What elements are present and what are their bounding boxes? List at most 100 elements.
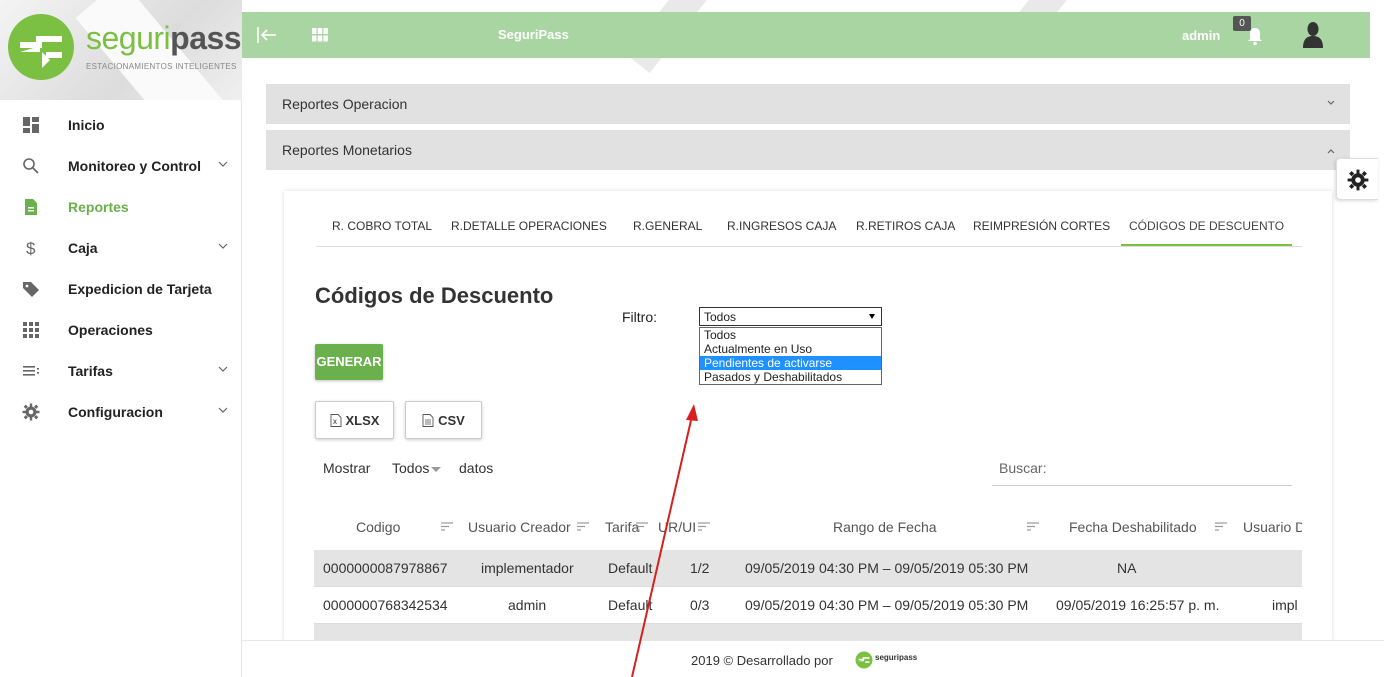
tab-reimpresion-cortes[interactable]: REIMPRESIÓN CORTES bbox=[973, 219, 1110, 233]
column-header-fecha-deshabilitado[interactable]: Fecha Deshabilitado bbox=[1069, 519, 1197, 535]
tab-detalle-operaciones[interactable]: R.DETALLE OPERACIONES bbox=[451, 219, 607, 233]
search-input[interactable] bbox=[992, 454, 1292, 486]
column-header-tarifa[interactable]: Tarifa bbox=[605, 519, 639, 535]
sidebar-item-caja[interactable]: $ Caja bbox=[0, 227, 242, 268]
chevron-down-icon bbox=[218, 243, 228, 249]
cell-codigo: 0000000087978867 bbox=[323, 560, 448, 576]
table-row[interactable]: 0000000768342534 admin Default 0/3 09/05… bbox=[314, 587, 1302, 624]
sort-icon[interactable] bbox=[577, 522, 589, 531]
sidebar-item-tarifas[interactable]: Tarifas bbox=[0, 350, 242, 391]
tab-cobro-total[interactable]: R. COBRO TOTAL bbox=[332, 219, 432, 233]
column-header-codigo[interactable]: Codigo bbox=[356, 519, 400, 535]
tag-icon bbox=[23, 282, 39, 297]
column-header-rango-fecha[interactable]: Rango de Fecha bbox=[833, 519, 937, 535]
caret-down-icon bbox=[431, 466, 442, 472]
apps-grid-icon[interactable] bbox=[312, 28, 328, 42]
sidebar-item-monitoreo[interactable]: Monitoreo y Control bbox=[0, 145, 242, 186]
app-title: SeguriPass bbox=[498, 27, 569, 42]
cell-tarifa: Default bbox=[608, 597, 653, 613]
sidebar-item-operaciones[interactable]: Operaciones bbox=[0, 309, 242, 350]
app-window: seguripass ESTACIONAMIENTOS INTELIGENTES… bbox=[0, 0, 1384, 677]
document-icon bbox=[25, 199, 37, 215]
table-row[interactable] bbox=[314, 624, 1302, 641]
tab-retiros-caja[interactable]: R.RETIROS CAJA bbox=[856, 219, 955, 233]
filter-label: Filtro: bbox=[622, 309, 657, 325]
show-entries-select[interactable]: Todos bbox=[392, 460, 442, 476]
user-name[interactable]: admin bbox=[1182, 28, 1220, 43]
logo-mark-icon bbox=[855, 651, 873, 669]
export-csv-button[interactable]: CSV bbox=[405, 401, 482, 439]
search-icon bbox=[23, 158, 39, 174]
sort-icon[interactable] bbox=[698, 522, 710, 531]
cell-rango-fecha: 09/05/2019 04:30 PM – 09/05/2019 05:30 P… bbox=[745, 597, 1029, 613]
column-header-usuario-creador[interactable]: Usuario Creador bbox=[468, 519, 571, 535]
footer-logo-text: seguripass bbox=[875, 653, 918, 662]
sort-icon[interactable] bbox=[441, 522, 453, 531]
tab-ingresos-caja[interactable]: R.INGRESOS CAJA bbox=[727, 219, 836, 233]
accordion-reportes-operacion[interactable]: Reportes Operacion bbox=[266, 84, 1350, 124]
export-xlsx-button[interactable]: X XLSX bbox=[315, 401, 394, 439]
chevron-down-icon bbox=[218, 366, 228, 372]
dropdown-arrow-icon bbox=[869, 314, 875, 319]
settings-panel-button[interactable] bbox=[1336, 158, 1378, 200]
gear-icon bbox=[1347, 169, 1369, 191]
dashboard-icon bbox=[23, 117, 39, 133]
filter-option-pendientes[interactable]: Pendientes de activarse bbox=[700, 356, 881, 370]
tab-general[interactable]: R.GENERAL bbox=[633, 219, 702, 233]
accordion-title: Reportes Operacion bbox=[282, 96, 408, 112]
dollar-icon: $ bbox=[26, 239, 36, 257]
accordion-title: Reportes Monetarios bbox=[282, 142, 412, 158]
cell-fecha-deshabilitado: 09/05/2019 16:25:57 p. m. bbox=[1056, 597, 1220, 613]
filter-option-pasados[interactable]: Pasados y Deshabilitados bbox=[700, 370, 881, 384]
chevron-down-icon bbox=[1327, 100, 1335, 105]
sidebar-item-label: Configuracion bbox=[68, 403, 163, 420]
sort-icon[interactable] bbox=[636, 522, 648, 531]
table-header: Codigo Usuario Creador Tarifa UR/UI Rang… bbox=[314, 511, 1302, 547]
collapse-sidebar-icon[interactable] bbox=[256, 24, 278, 46]
cell-codigo: 0000000768342534 bbox=[323, 597, 448, 613]
top-bar: SeguriPass admin 0 bbox=[242, 12, 1370, 58]
sidebar-item-label: Tarifas bbox=[68, 362, 113, 379]
sidebar: seguripass ESTACIONAMIENTOS INTELIGENTES… bbox=[0, 0, 242, 677]
page-title: Códigos de Descuento bbox=[315, 283, 554, 308]
gear-icon bbox=[22, 403, 40, 421]
sort-icon[interactable] bbox=[1027, 522, 1039, 531]
svg-text:X: X bbox=[333, 420, 337, 426]
cell-rango-fecha: 09/05/2019 04:30 PM – 09/05/2019 05:30 P… bbox=[745, 560, 1029, 576]
grid-icon bbox=[23, 322, 39, 338]
generate-button[interactable]: GENERAR bbox=[315, 344, 383, 380]
sidebar-item-label: Monitoreo y Control bbox=[68, 157, 201, 174]
cell-usuario-deshabilito: impl bbox=[1272, 597, 1298, 613]
cell-ur-ui: 0/3 bbox=[690, 597, 710, 613]
column-header-ur-ui[interactable]: UR/UI bbox=[658, 519, 696, 535]
chevron-down-icon bbox=[218, 407, 228, 413]
sidebar-item-configuracion[interactable]: Configuracion bbox=[0, 391, 242, 432]
entries-suffix-label: datos bbox=[459, 460, 494, 476]
sidebar-item-reportes[interactable]: Reportes bbox=[0, 186, 242, 227]
filter-option-todos[interactable]: Todos bbox=[700, 328, 881, 342]
sidebar-item-inicio[interactable]: Inicio bbox=[0, 104, 242, 145]
table-row[interactable]: 0000000087978867 implementador Default 1… bbox=[314, 550, 1302, 587]
accordion-reportes-monetarios[interactable]: Reportes Monetarios bbox=[266, 130, 1350, 170]
show-entries-label: Mostrar bbox=[323, 460, 371, 476]
user-avatar-icon[interactable] bbox=[1302, 21, 1324, 49]
footer-text: 2019 © Desarrollado por bbox=[691, 653, 833, 668]
logo[interactable]: seguripass ESTACIONAMIENTOS INTELIGENTES bbox=[0, 0, 242, 100]
tab-codigos-descuento[interactable]: CÓDIGOS DE DESCUENTO bbox=[1121, 219, 1293, 246]
text-file-icon bbox=[422, 413, 434, 427]
sort-icon[interactable] bbox=[1215, 522, 1227, 531]
bell-icon[interactable] bbox=[1246, 26, 1264, 46]
logo-tagline: ESTACIONAMIENTOS INTELIGENTES bbox=[86, 62, 237, 71]
cell-tarifa: Default bbox=[608, 560, 653, 576]
export-csv-label: CSV bbox=[438, 412, 465, 428]
sidebar-item-label: Reportes bbox=[68, 198, 129, 215]
report-tabs: R. COBRO TOTAL R.DETALLE OPERACIONES R.G… bbox=[316, 213, 1302, 247]
cell-usuario-creador: implementador bbox=[481, 560, 574, 576]
filter-select[interactable]: Todos bbox=[699, 307, 882, 326]
sidebar-item-expedicion[interactable]: Expedicion de Tarjeta bbox=[0, 268, 242, 309]
list-icon bbox=[23, 366, 39, 376]
svg-text:$: $ bbox=[26, 239, 36, 257]
column-header-usuario-deshabilito[interactable]: Usuario D bbox=[1243, 519, 1302, 535]
filter-option-en-uso[interactable]: Actualmente en Uso bbox=[700, 342, 881, 356]
show-entries-value: Todos bbox=[392, 460, 430, 476]
